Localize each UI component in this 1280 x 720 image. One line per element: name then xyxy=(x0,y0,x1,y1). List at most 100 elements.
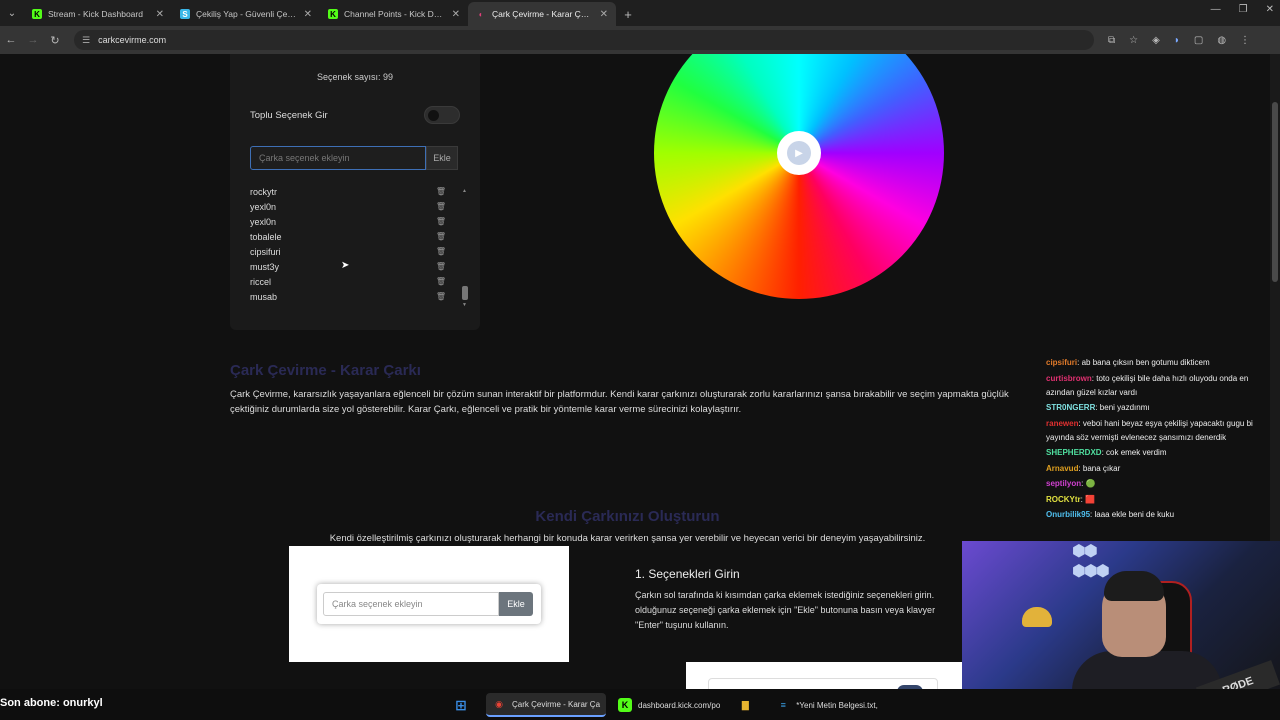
demo-add-button: Ekle xyxy=(499,592,533,616)
list-item: yexl0n 🗑 xyxy=(250,201,446,212)
audio-icon[interactable]: ◗ xyxy=(1174,35,1180,46)
forward-icon[interactable]: → xyxy=(22,34,44,46)
chat-user: ranewen xyxy=(1046,418,1079,428)
chat-user: SHEPHERDXD xyxy=(1046,448,1102,457)
wheel-icon: ◐ xyxy=(478,9,484,19)
demo-image-2 xyxy=(686,662,962,689)
chat-message: cipsifuri: ab bana çıksın ben gotumu dik… xyxy=(1046,358,1210,367)
demo-card xyxy=(708,678,938,689)
chat-message: ranewen: veboi hani beyaz eşya çekilişi … xyxy=(1046,418,1253,442)
tab-search-icon[interactable]: ⌄ xyxy=(0,0,24,26)
trash-icon[interactable]: 🗑 xyxy=(436,232,446,241)
list-scroll-thumb[interactable] xyxy=(462,286,468,300)
add-option-button[interactable]: Ekle xyxy=(426,146,458,170)
puzzle-icon[interactable]: ▢ xyxy=(1194,35,1203,46)
taskbar-explorer[interactable]: ▇ xyxy=(732,693,764,717)
spin-button[interactable]: ▶ xyxy=(777,131,821,175)
taskbar-notepad[interactable]: ≡ *Yeni Metin Belgesi.txt, xyxy=(770,693,884,717)
demo-image: Çarka seçenek ekleyin Ekle xyxy=(289,546,569,662)
chat-user: cipsifuri xyxy=(1046,358,1078,367)
chat-message: ROCKYtr: 🟥 xyxy=(1046,494,1096,504)
windows-icon: ⊞ xyxy=(455,696,467,713)
address-bar: ← → ↻ ☰ carkcevirme.com ⧉ ☆ ◈ ◗ ▢ ◍ ⋮ xyxy=(0,26,1280,54)
close-icon[interactable]: ✕ xyxy=(600,9,608,20)
back-icon[interactable]: ← xyxy=(0,34,22,46)
restore-icon[interactable]: ❐ xyxy=(1239,4,1248,15)
scroll-up-icon[interactable]: ▲ xyxy=(462,188,467,194)
list-item: must3y 🗑 xyxy=(250,261,446,272)
minimize-icon[interactable]: — xyxy=(1211,4,1221,15)
chat-message: STR0NGERR: beni yazdınmı xyxy=(1046,403,1150,412)
close-icon[interactable]: ✕ xyxy=(452,9,460,20)
chat-message: SHEPHERDXD: cok emek verdim xyxy=(1046,448,1167,457)
close-window-icon[interactable]: ✕ xyxy=(1266,4,1274,15)
chat-message: Onurbilik95: laaa ekle beni de kuku xyxy=(1046,510,1175,519)
list-item: cipsifuri 🗑 xyxy=(250,246,446,257)
taskbar-items: ⊞ ◉ Çark Çevirme - Karar Ça Kdashboard.ki… xyxy=(448,693,884,717)
taskbar: Son abone: onurkyl ⊞ ◉ Çark Çevirme - Kar… xyxy=(0,689,1280,720)
decision-wheel[interactable]: ▶ xyxy=(654,54,944,299)
install-icon[interactable]: ⧉ xyxy=(1108,35,1115,46)
tab-cark-cevirme[interactable]: ◐ Çark Çevirme - Karar Çarkı ✕ xyxy=(468,2,616,26)
stream-chat-overlay: cipsifuri: ab bana çıksın ben gotumu dik… xyxy=(1046,356,1272,524)
reload-icon[interactable]: ↻ xyxy=(44,34,66,47)
option-list: rockytr 🗑 yexl0n 🗑 yexl0n 🗑 tobalele 🗑 cipsi… xyxy=(250,184,466,309)
trash-icon[interactable]: 🗑 xyxy=(436,292,446,301)
chat-message: curtisbrown: toto çekilişi bile daha hız… xyxy=(1046,373,1249,397)
tab-stream-dashboard[interactable]: K Stream - Kick Dashboard ✕ xyxy=(24,2,172,26)
close-icon[interactable]: ✕ xyxy=(304,9,312,20)
demo-input-card: Çarka seçenek ekleyin Ekle xyxy=(317,584,541,624)
close-icon[interactable]: ✕ xyxy=(156,9,164,20)
extension-icons: ⧉ ☆ ◈ ◗ ▢ ◍ ⋮ xyxy=(1108,35,1250,46)
intro-paragraph: Çark Çevirme, kararsızlık yaşayanlara eğ… xyxy=(230,389,1009,415)
start-button[interactable]: ⊞ xyxy=(448,693,480,717)
list-item: riccel 🗑 xyxy=(250,276,446,287)
extension-icon[interactable]: ◈ xyxy=(1152,35,1160,46)
chat-user: Onurbilik95 xyxy=(1046,510,1091,519)
trash-icon[interactable]: 🗑 xyxy=(436,247,446,256)
mouse-cursor-icon: ➤ xyxy=(341,260,350,271)
menu-icon[interactable]: ⋮ xyxy=(1240,35,1250,46)
list-item: musab 🗑 xyxy=(250,291,446,302)
browser-tab-strip: ⌄ K Stream - Kick Dashboard ✕ S Çekiliş … xyxy=(0,0,1280,26)
chat-user: curtisbrown xyxy=(1046,373,1092,383)
option-count: Seçenek sayısı: 99 xyxy=(316,72,394,82)
chat-message: septilyon: 🟢 xyxy=(1046,479,1096,488)
tab-cekilis[interactable]: S Çekiliş Yap - Güvenli Çekiliş - K ✕ xyxy=(172,2,320,26)
bookmark-icon[interactable]: ☆ xyxy=(1129,35,1138,46)
kick-icon: K xyxy=(328,9,338,19)
trash-icon[interactable]: 🗑 xyxy=(436,262,446,271)
new-tab-icon[interactable]: + xyxy=(616,2,640,26)
window-controls: — ❐ ✕ xyxy=(1211,4,1274,15)
last-subscriber: Son abone: onurkyl xyxy=(0,697,103,709)
site-info-icon[interactable]: ☰ xyxy=(82,35,90,46)
notepad-icon: ≡ xyxy=(780,700,786,710)
trash-icon[interactable]: 🗑 xyxy=(436,277,446,286)
list-scrollbar[interactable]: ▲ ▼ xyxy=(462,188,468,308)
site-icon: S xyxy=(180,9,190,19)
chrome-icon: ◉ xyxy=(495,698,503,709)
list-item: rockytr 🗑 xyxy=(250,186,446,197)
option-input[interactable]: Çarka seçenek ekleyin xyxy=(250,146,426,170)
taskbar-chrome[interactable]: ◉ Çark Çevirme - Karar Ça xyxy=(486,693,607,717)
taskbar-kick[interactable]: Kdashboard.kick.com/po xyxy=(612,693,726,717)
trash-icon[interactable]: 🗑 xyxy=(436,217,446,226)
scroll-down-icon[interactable]: ▼ xyxy=(462,302,467,308)
chat-user: Arnavud xyxy=(1046,463,1079,473)
kick-icon: K xyxy=(32,9,42,19)
page-title: Çark Çevirme - Karar Çarkı xyxy=(230,362,421,379)
page-scroll-thumb[interactable] xyxy=(1272,102,1278,282)
step-title: 1. Seçenekleri Girin xyxy=(635,567,740,581)
chat-user: ROCKYtr xyxy=(1046,494,1081,504)
option-input-row: Çarka seçenek ekleyin Ekle xyxy=(250,146,458,170)
bulk-entry-toggle[interactable] xyxy=(424,106,460,124)
profile-icon[interactable]: ◍ xyxy=(1217,35,1226,46)
url-field[interactable]: ☰ carkcevirme.com xyxy=(74,30,1094,50)
trash-icon[interactable]: 🗑 xyxy=(436,202,446,211)
trash-icon[interactable]: 🗑 xyxy=(436,187,446,196)
list-item: tobalele 🗑 xyxy=(250,231,446,242)
chat-user: septilyon xyxy=(1046,479,1082,488)
bulk-entry-label: Toplu Seçenek Gir xyxy=(250,110,328,121)
tab-channel-points[interactable]: K Channel Points - Kick Dashboard ✕ xyxy=(320,2,468,26)
options-panel: Seçenek sayısı: 99 Toplu Seçenek Gir Çar… xyxy=(230,54,480,330)
